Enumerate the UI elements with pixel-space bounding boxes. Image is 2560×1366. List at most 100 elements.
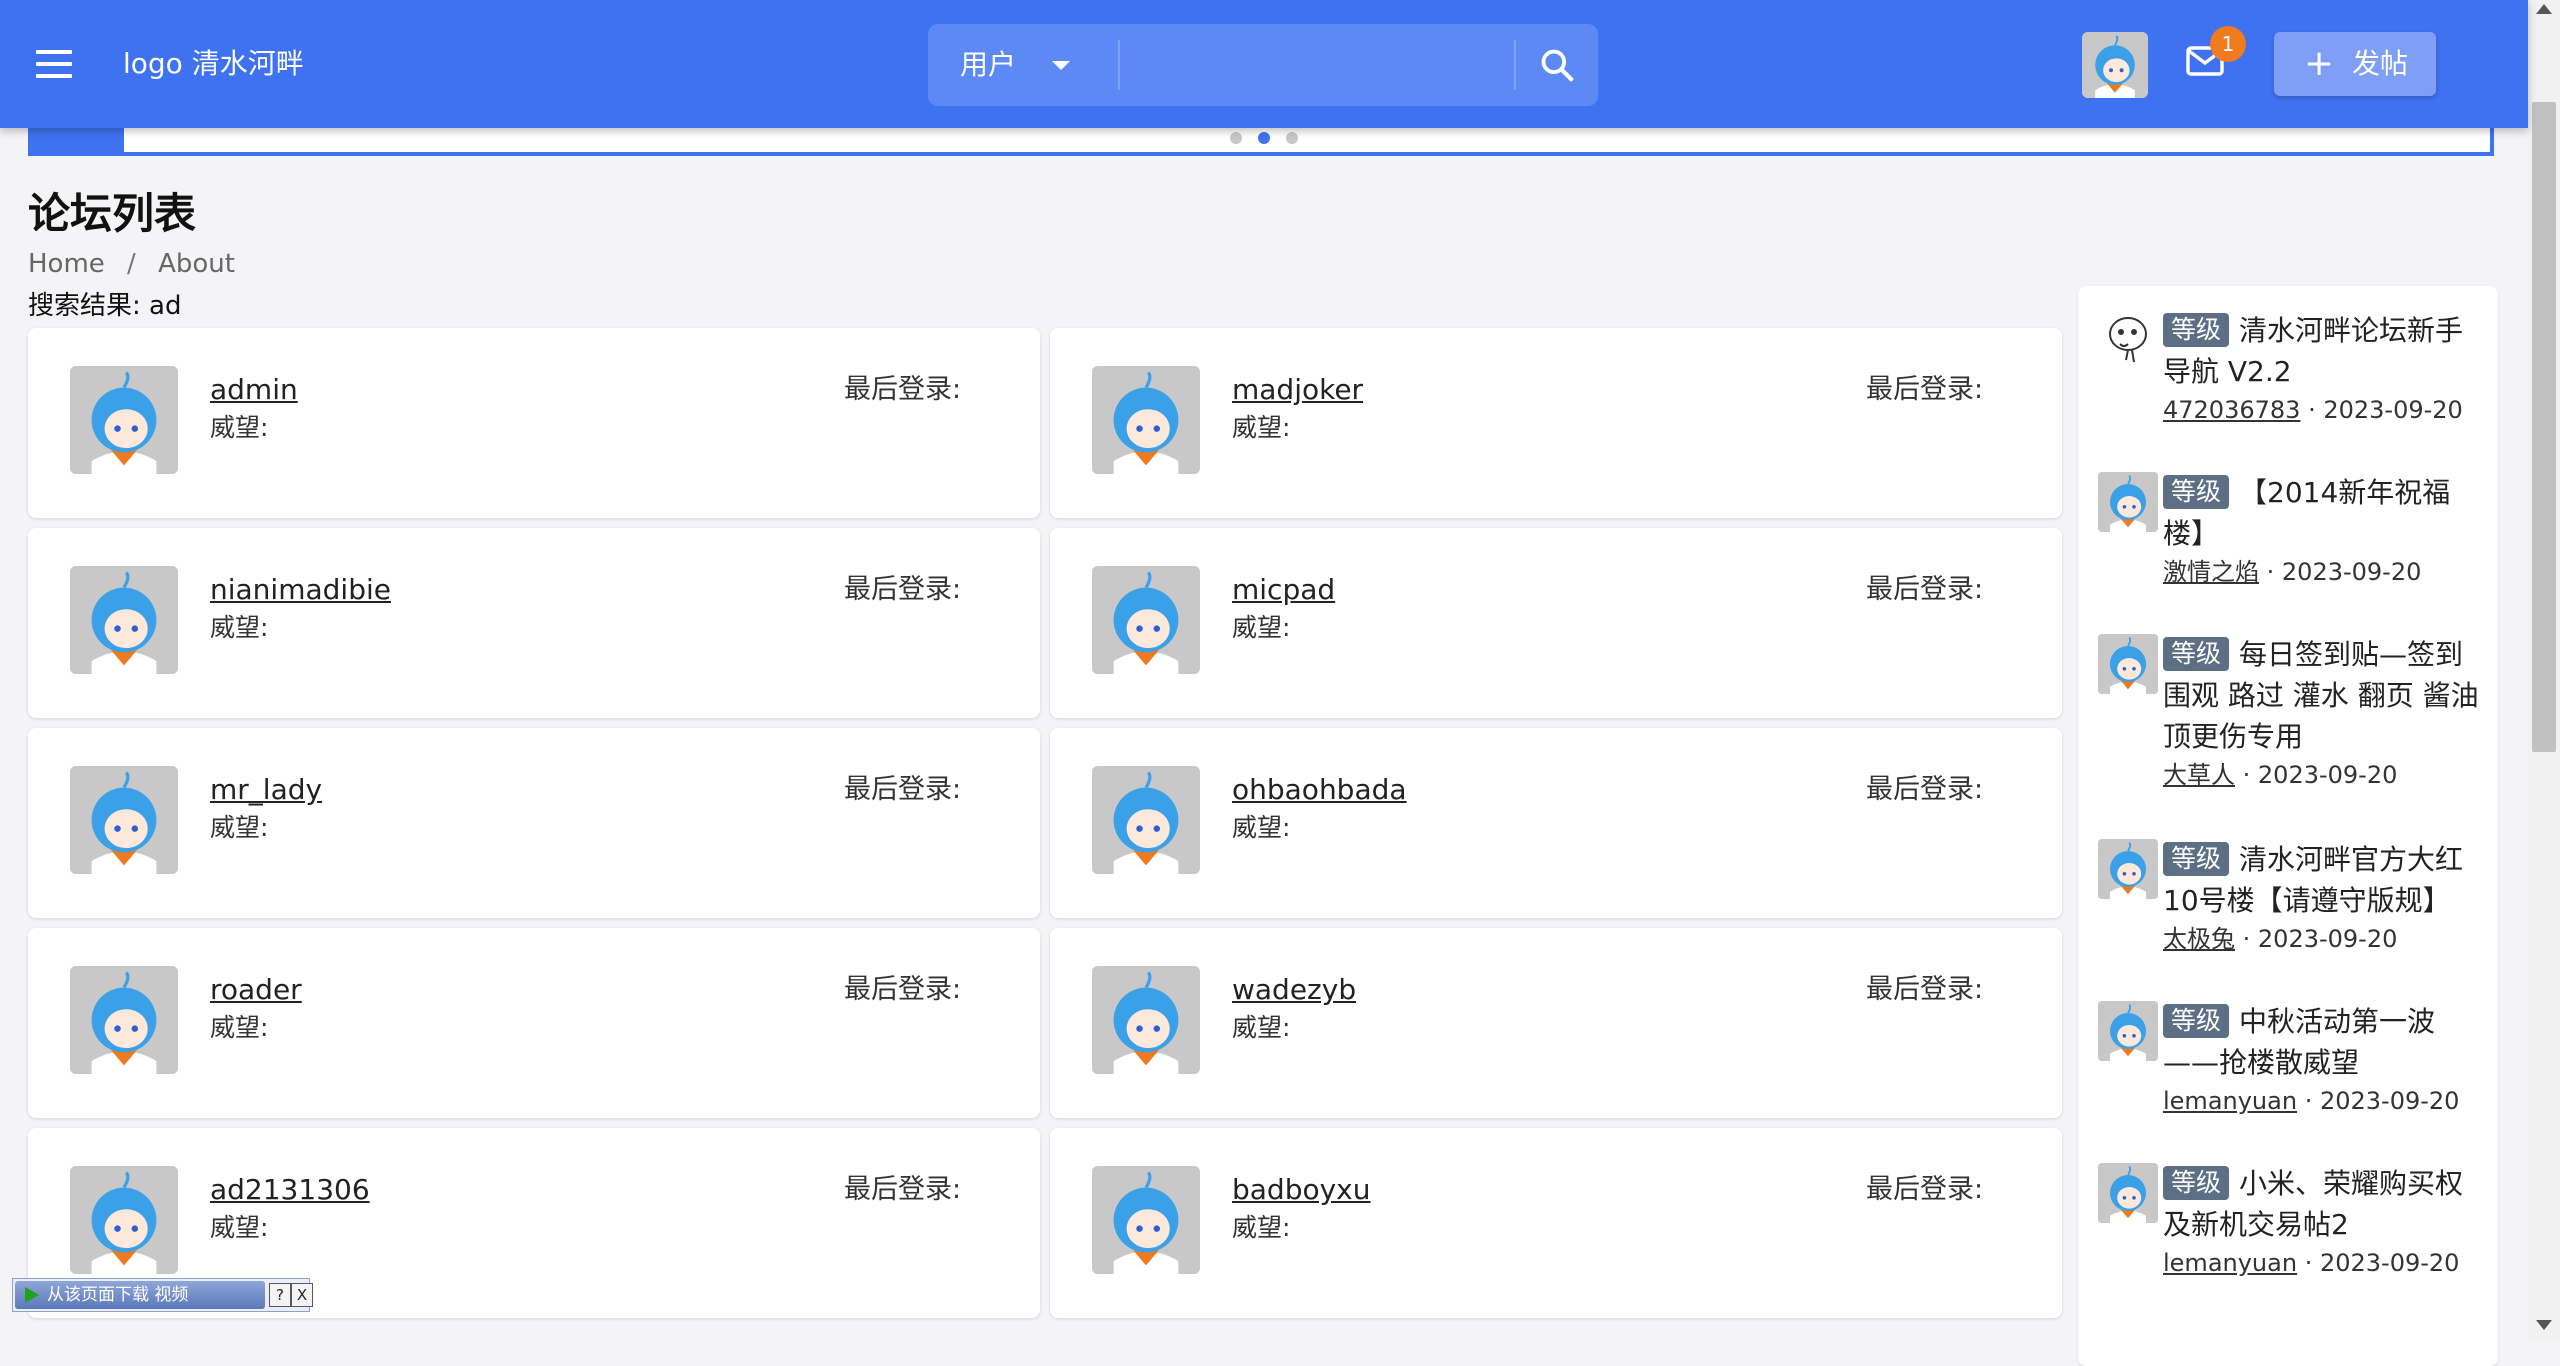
username-link[interactable]: wadezyb — [1232, 970, 1356, 1010]
last-login-label: 最后登录: — [1866, 1174, 1984, 1205]
avatar-image — [1092, 1166, 1200, 1274]
level-badge: 等级 — [2163, 842, 2230, 876]
search-result-text: 搜索结果: ad — [28, 291, 182, 321]
avatar[interactable] — [70, 566, 178, 674]
post-body: 等级 清水河畔论坛新手导航 V2.2 472036783 · 2023-09-20 — [2163, 310, 2483, 428]
username-link[interactable]: badboyxu — [1232, 1170, 1371, 1210]
breadcrumb-about[interactable]: About — [158, 249, 235, 279]
avatar-image — [70, 766, 178, 874]
avatar[interactable] — [2098, 310, 2158, 370]
avatar-image — [2082, 32, 2148, 98]
last-login-label: 最后登录: — [1866, 774, 1984, 805]
avatar[interactable] — [1092, 566, 1200, 674]
prestige-label: 威望: — [1232, 413, 1291, 442]
search-icon — [1541, 49, 1574, 82]
avatar[interactable] — [1092, 366, 1200, 474]
post-author[interactable]: 472036783 — [2163, 396, 2300, 424]
carousel-dot-3[interactable] — [1286, 132, 1298, 144]
post-body: 等级 【2014新年祝福楼】 激情之焰 · 2023-09-20 — [2163, 472, 2483, 590]
avatar[interactable] — [2098, 839, 2158, 899]
scroll-down-arrow[interactable] — [2536, 1320, 2552, 1330]
meta-separator: · — [2304, 1087, 2320, 1115]
avatar[interactable] — [2098, 1001, 2158, 1061]
post-meta: 激情之焰 · 2023-09-20 — [2163, 554, 2483, 590]
post-date: 2023-09-20 — [2257, 925, 2398, 953]
level-badge: 等级 — [2163, 637, 2230, 671]
breadcrumb-home[interactable]: Home — [28, 249, 105, 279]
post-author[interactable]: 激情之焰 — [2163, 558, 2259, 586]
last-login-label: 最后登录: — [1866, 974, 1984, 1005]
post-meta: 太极兔 · 2023-09-20 — [2163, 921, 2483, 957]
avatar[interactable] — [1092, 1166, 1200, 1274]
last-login-label: 最后登录: — [844, 974, 962, 1005]
level-badge: 等级 — [2163, 313, 2230, 347]
app-bar: logo 清水河畔 用户 1 + 发帖 — [0, 0, 2528, 128]
prestige-label: 威望: — [1232, 613, 1291, 642]
avatar[interactable] — [2098, 634, 2158, 694]
username-link[interactable]: ohbaohbada — [1232, 770, 1407, 810]
prestige-label: 威望: — [210, 1213, 269, 1242]
post-date: 2023-09-20 — [2319, 1087, 2460, 1115]
search-bar: 用户 — [928, 24, 1598, 106]
username-link[interactable]: roader — [210, 970, 302, 1010]
username-link[interactable]: madjoker — [1232, 370, 1363, 410]
username-link[interactable]: admin — [210, 370, 298, 410]
avatar[interactable] — [70, 966, 178, 1074]
meta-separator: · — [2242, 761, 2258, 789]
username-link[interactable]: ad2131306 — [210, 1170, 370, 1210]
post-author[interactable]: 太极兔 — [2163, 925, 2235, 953]
help-button[interactable]: ? — [269, 1283, 291, 1307]
notification-badge: 1 — [2210, 26, 2246, 62]
username-link[interactable]: nianimadibie — [210, 570, 391, 610]
avatar-image — [1092, 566, 1200, 674]
avatar[interactable] — [2098, 1163, 2158, 1223]
last-login-label: 最后登录: — [1866, 574, 1984, 605]
menu-icon[interactable] — [36, 50, 72, 78]
meta-separator: · — [2242, 925, 2258, 953]
meta-separator: · — [2308, 396, 2324, 424]
new-post-button[interactable]: + 发帖 — [2274, 32, 2436, 96]
last-login-label: 最后登录: — [844, 574, 962, 605]
avatar-image — [2098, 839, 2158, 899]
user-card: badboyxu 威望: 最后登录: — [1050, 1128, 2062, 1318]
scroll-up-arrow[interactable] — [2536, 4, 2552, 14]
user-avatar[interactable] — [2082, 32, 2148, 98]
chevron-down-icon — [1052, 61, 1070, 70]
post-author[interactable]: lemanyuan — [2163, 1087, 2297, 1115]
user-card: nianimadibie 威望: 最后登录: — [28, 528, 1040, 718]
plus-icon: + — [2304, 43, 2335, 84]
post-date: 2023-09-20 — [2281, 558, 2422, 586]
avatar-image — [2098, 1163, 2158, 1223]
site-logo[interactable]: logo 清水河畔 — [123, 44, 304, 84]
avatar-image — [2098, 472, 2158, 532]
username-link[interactable]: micpad — [1232, 570, 1335, 610]
post-date: 2023-09-20 — [2257, 761, 2398, 789]
close-button[interactable]: X — [291, 1283, 313, 1307]
scroll-thumb[interactable] — [2532, 102, 2556, 752]
carousel-dot-2[interactable] — [1258, 132, 1270, 144]
new-post-label: 发帖 — [2352, 47, 2409, 80]
avatar[interactable] — [70, 1166, 178, 1274]
post-author[interactable]: 大草人 — [2163, 761, 2235, 789]
search-type-select[interactable]: 用户 — [928, 24, 1118, 106]
post-author[interactable]: lemanyuan — [2163, 1249, 2297, 1277]
avatar[interactable] — [70, 766, 178, 874]
page-title: 论坛列表 — [28, 189, 197, 238]
avatar[interactable] — [70, 366, 178, 474]
play-icon — [25, 1287, 39, 1303]
download-video-button[interactable]: 从该页面下载 视频 — [15, 1281, 265, 1309]
user-card: roader 威望: 最后登录: — [28, 928, 1040, 1118]
search-button[interactable] — [1516, 24, 1598, 106]
post-meta: 大草人 · 2023-09-20 — [2163, 757, 2483, 793]
carousel-dot-1[interactable] — [1230, 132, 1242, 144]
avatar[interactable] — [1092, 966, 1200, 1074]
avatar-image — [70, 1166, 178, 1274]
avatar[interactable] — [2098, 472, 2158, 532]
username-link[interactable]: mr_lady — [210, 770, 322, 810]
avatar[interactable] — [1092, 766, 1200, 874]
meta-separator: · — [2304, 1249, 2320, 1277]
page-scrollbar[interactable] — [2528, 0, 2560, 1341]
post-body: 等级 小米、荣耀购买权及新机交易帖2 lemanyuan · 2023-09-20 — [2163, 1163, 2483, 1281]
prestige-label: 威望: — [1232, 1013, 1291, 1042]
search-input[interactable] — [1122, 24, 1442, 106]
